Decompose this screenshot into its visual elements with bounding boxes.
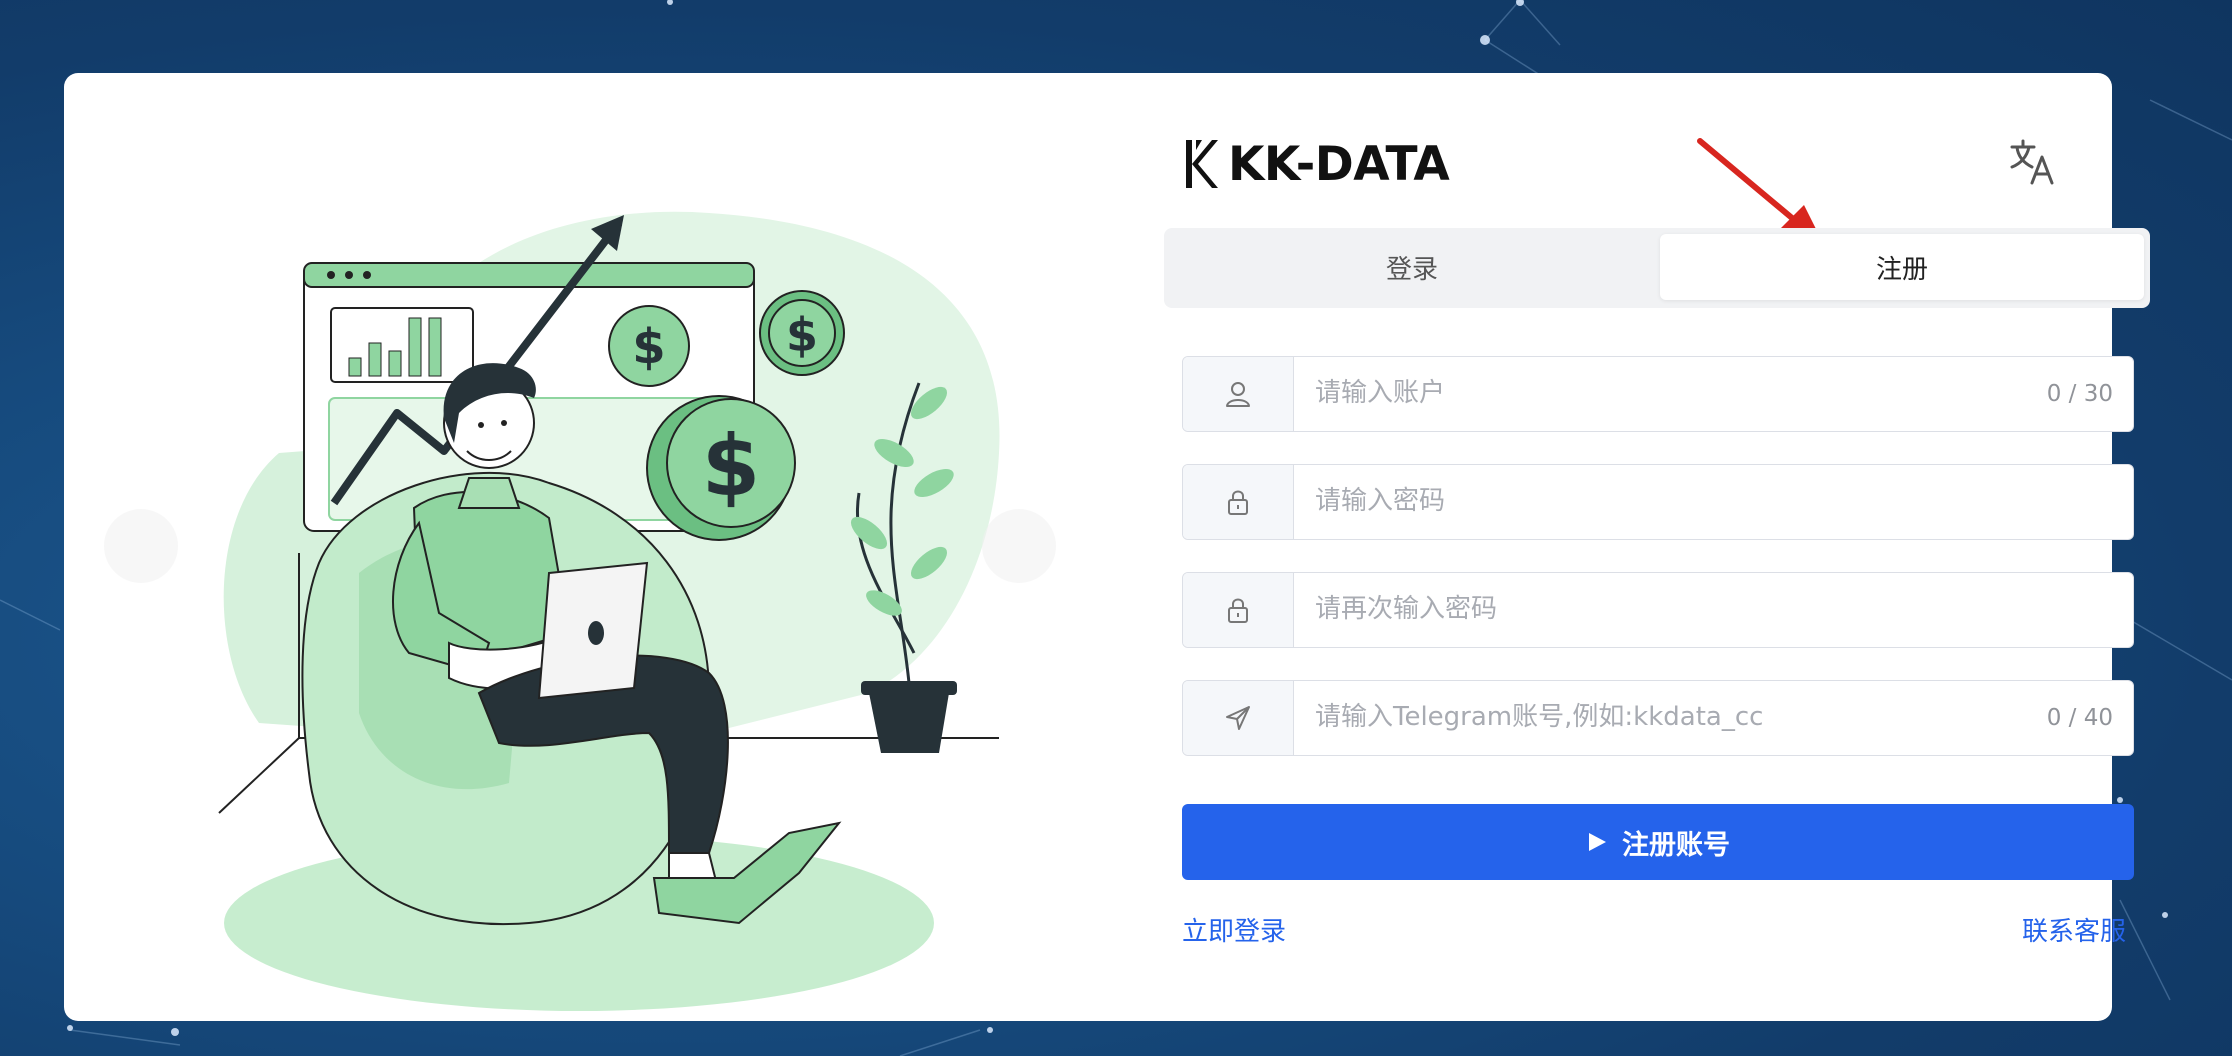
password-prefix xyxy=(1183,465,1294,539)
login-card: $ $ $ KK-DATA 登录 注册 请输入账户 0 / 30 请输入Tele… xyxy=(64,73,2150,1021)
brand-logo: KK-DATA xyxy=(1182,136,1450,192)
confirm-password-field xyxy=(1182,572,2134,648)
confirm-password-input[interactable] xyxy=(1295,573,2035,645)
translate-icon[interactable] xyxy=(2008,137,2058,187)
lock-icon xyxy=(1228,598,1248,623)
carousel-next-button[interactable] xyxy=(982,509,1056,583)
tab-login[interactable]: 登录 xyxy=(1170,234,1654,300)
carousel-prev-button[interactable] xyxy=(104,509,178,583)
svg-text:$: $ xyxy=(786,308,818,362)
register-panel: KK-DATA 登录 注册 请输入账户 0 / 30 请输入Telegram账号… xyxy=(1120,73,2150,1021)
user-icon xyxy=(1226,382,1250,407)
telegram-counter: 0 / 40 xyxy=(2046,705,2113,731)
password-field xyxy=(1182,464,2134,540)
auth-tabs: 登录 注册 xyxy=(1164,228,2150,308)
account-prefix xyxy=(1183,357,1294,431)
annotation-arrow-icon xyxy=(1697,138,1822,241)
lock-icon xyxy=(1228,490,1248,515)
svg-text:$: $ xyxy=(702,417,760,515)
brand-name: KK-DATA xyxy=(1228,136,1450,192)
confirm-password-prefix xyxy=(1183,573,1294,647)
login-now-link[interactable]: 立即登录 xyxy=(1182,911,1286,948)
account-input[interactable] xyxy=(1295,357,2035,429)
telegram-input[interactable] xyxy=(1295,681,2035,753)
svg-text:$: $ xyxy=(632,319,665,375)
send-icon xyxy=(1226,706,1250,730)
play-icon xyxy=(1589,833,1606,851)
account-field: 0 / 30 xyxy=(1182,356,2134,432)
kk-logo-icon xyxy=(1186,140,1218,188)
account-counter: 0 / 30 xyxy=(2046,381,2113,407)
telegram-prefix xyxy=(1183,681,1294,755)
contact-support-link[interactable]: 联系客服 xyxy=(2022,911,2126,948)
tab-register[interactable]: 注册 xyxy=(1660,234,2144,300)
register-submit-label: 注册账号 xyxy=(1622,829,1730,861)
password-input[interactable] xyxy=(1295,465,2035,537)
register-submit-button[interactable]: 注册账号 xyxy=(1182,804,2134,880)
telegram-field: 0 / 40 xyxy=(1182,680,2134,756)
